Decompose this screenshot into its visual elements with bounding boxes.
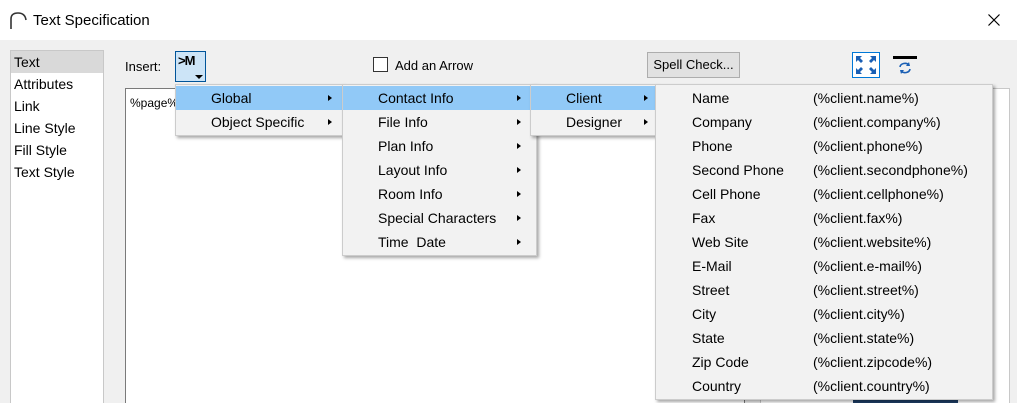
macro-value: (%client.e-mail%) [813, 258, 922, 274]
menu-item-layout-info[interactable]: Layout Info [343, 158, 536, 182]
insert-button-label: >M [178, 53, 195, 68]
app-arch-icon [8, 10, 28, 30]
menu-item-client-country[interactable]: Country (%client.country%) [656, 374, 992, 398]
menu-item-special-characters[interactable]: Special Characters [343, 206, 536, 230]
sidebar-item-line-style[interactable]: Line Style [11, 117, 103, 139]
menu-item-time-date[interactable]: Time Date [343, 230, 536, 254]
menu-item-label: Object Specific [211, 114, 305, 130]
submenu-arrow-icon [644, 119, 648, 125]
macro-value: (%client.fax%) [813, 210, 903, 226]
submenu-arrow-icon [517, 95, 521, 101]
refresh-text-icon[interactable] [892, 54, 918, 76]
sidebar-item-link[interactable]: Link [11, 95, 103, 117]
menu-item-label: Phone [692, 138, 733, 154]
sidebar-item-fill-style[interactable]: Fill Style [11, 139, 103, 161]
menu-item-label: Country [692, 378, 742, 394]
menu-item-label: Global [211, 90, 252, 106]
menu-item-label: Second Phone [692, 162, 784, 178]
insert-label: Insert: [125, 59, 162, 74]
macro-value: (%client.zipcode%) [813, 354, 933, 370]
window-title: Text Specification [33, 12, 150, 29]
menu-item-designer[interactable]: Designer [531, 110, 656, 134]
menu-item-label: Plan Info [378, 138, 434, 154]
close-icon[interactable] [971, 0, 1017, 40]
menu-item-label: Designer [566, 114, 623, 130]
menu-item-client[interactable]: Client [531, 86, 656, 110]
sidebar-item-text-style[interactable]: Text Style [11, 161, 103, 183]
submenu-arrow-icon [517, 215, 521, 221]
menu-item-label: Room Info [378, 186, 443, 202]
menu-item-room-info[interactable]: Room Info [343, 182, 536, 206]
spell-check-button[interactable]: Spell Check... [647, 52, 740, 78]
expand-icon[interactable] [852, 52, 880, 78]
menu-item-object-specific[interactable]: Object Specific [176, 110, 342, 134]
menu-item-label: Time Date [378, 234, 446, 250]
menu-item-label: Company [692, 114, 752, 130]
macro-value: (%client.state%) [813, 330, 915, 346]
menu-item-client-street[interactable]: Street (%client.street%) [656, 278, 992, 302]
submenu-arrow-icon [517, 119, 521, 125]
menu-item-client-website[interactable]: Web Site (%client.website%) [656, 230, 992, 254]
macro-value: (%client.phone%) [813, 138, 923, 154]
menu-item-client-company[interactable]: Company (%client.company%) [656, 110, 992, 134]
menu-item-label: Fax [692, 210, 716, 226]
add-arrow-checkbox[interactable] [373, 57, 388, 72]
submenu-arrow-icon [644, 95, 648, 101]
menu-item-client-name[interactable]: Name (%client.name%) [656, 86, 992, 110]
insert-menu: Global Object Specific [175, 84, 343, 136]
menu-item-label: Street [692, 282, 730, 298]
submenu-arrow-icon [517, 239, 521, 245]
insert-macro-button[interactable]: >M [175, 51, 206, 82]
menu-item-label: Web Site [692, 234, 749, 250]
menu-item-label: Client [566, 90, 602, 106]
macro-value: (%client.street%) [813, 282, 919, 298]
menu-item-client-second-phone[interactable]: Second Phone (%client.secondphone%) [656, 158, 992, 182]
add-arrow-label: Add an Arrow [395, 58, 474, 73]
editor-content: %page% [130, 96, 179, 110]
menu-item-file-info[interactable]: File Info [343, 110, 536, 134]
menu-item-label: City [692, 306, 717, 322]
macro-value: (%client.name%) [813, 90, 919, 106]
menu-item-client-phone[interactable]: Phone (%client.phone%) [656, 134, 992, 158]
submenu-arrow-icon [517, 167, 521, 173]
title-bar: Text Specification [0, 0, 1017, 40]
menu-item-contact-info[interactable]: Contact Info [343, 86, 536, 110]
menu-item-client-state[interactable]: State (%client.state%) [656, 326, 992, 350]
macro-value: (%client.country%) [813, 378, 930, 394]
menu-item-label: Zip Code [692, 354, 749, 370]
menu-item-label: Cell Phone [692, 186, 761, 202]
dropdown-arrow-icon [195, 75, 203, 79]
category-list: Text Attributes Link Line Style Fill Sty… [10, 50, 104, 403]
menu-item-label: Name [692, 90, 730, 106]
menu-item-label: File Info [378, 114, 428, 130]
global-submenu: Contact Info File Info Plan Info Layout … [342, 84, 537, 256]
menu-item-label: E-Mail [692, 258, 732, 274]
client-submenu: Name (%client.name%) Company (%client.co… [655, 84, 993, 400]
submenu-arrow-icon [517, 143, 521, 149]
submenu-arrow-icon [328, 119, 332, 125]
menu-item-plan-info[interactable]: Plan Info [343, 134, 536, 158]
sidebar-item-attributes[interactable]: Attributes [11, 73, 103, 95]
contact-info-submenu: Client Designer [530, 84, 657, 136]
menu-item-client-city[interactable]: City (%client.city%) [656, 302, 992, 326]
menu-item-label: Special Characters [378, 210, 497, 226]
macro-value: (%client.company%) [813, 114, 941, 130]
menu-item-client-zip-code[interactable]: Zip Code (%client.zipcode%) [656, 350, 992, 374]
menu-item-client-email[interactable]: E-Mail (%client.e-mail%) [656, 254, 992, 278]
menu-item-client-cell-phone[interactable]: Cell Phone (%client.cellphone%) [656, 182, 992, 206]
menu-item-global[interactable]: Global [176, 86, 342, 110]
macro-value: (%client.secondphone%) [813, 162, 968, 178]
submenu-arrow-icon [328, 95, 332, 101]
macro-value: (%client.city%) [813, 306, 905, 322]
macro-value: (%client.cellphone%) [813, 186, 944, 202]
sidebar-item-text[interactable]: Text [11, 51, 103, 73]
menu-item-label: State [692, 330, 725, 346]
submenu-arrow-icon [517, 191, 521, 197]
menu-item-client-fax[interactable]: Fax (%client.fax%) [656, 206, 992, 230]
menu-item-label: Contact Info [378, 90, 454, 106]
menu-item-label: Layout Info [378, 162, 448, 178]
macro-value: (%client.website%) [813, 234, 932, 250]
